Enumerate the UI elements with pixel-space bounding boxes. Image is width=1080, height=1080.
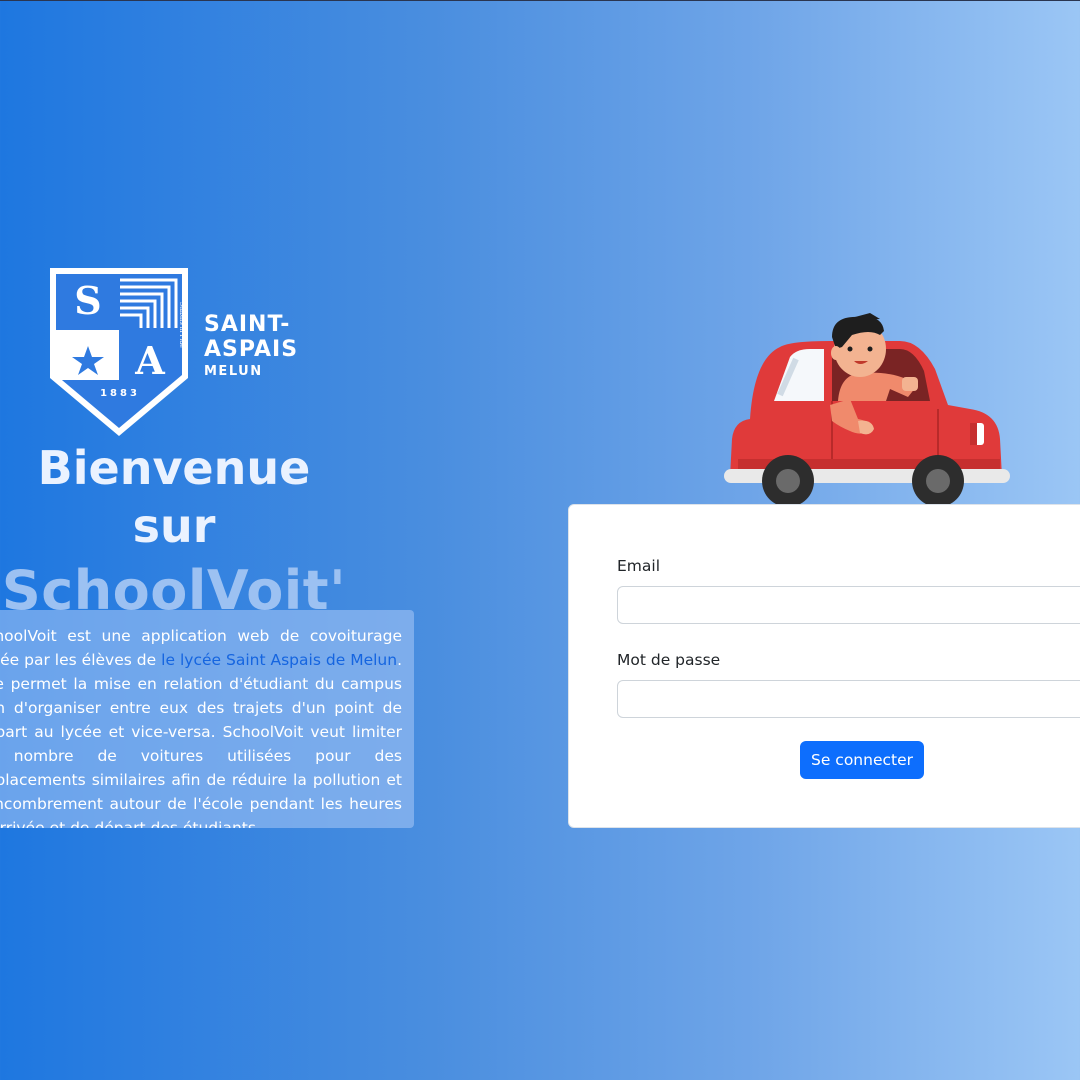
about-text-end: . Elle permet la mise en relation d'étud…: [0, 651, 403, 828]
svg-text:A: A: [134, 338, 165, 383]
school-logo: S A 1883 Stabilis in Fide SAINT- ASPAIS …: [48, 266, 308, 438]
school-link[interactable]: le lycée Saint Aspais de Melun: [161, 651, 397, 669]
school-name-line1: SAINT-: [204, 312, 291, 337]
about-text: SchoolVoit est une application web de co…: [0, 624, 402, 828]
about-box: SchoolVoit est une application web de co…: [0, 610, 414, 828]
email-label: Email: [617, 557, 661, 575]
welcome-line1: Bienvenue sur: [37, 441, 311, 553]
car-illustration-icon: [724, 313, 1010, 507]
email-field[interactable]: [617, 586, 1080, 624]
school-name: SAINT- ASPAIS MELUN: [204, 312, 298, 379]
school-name-line2: ASPAIS: [204, 337, 299, 362]
svg-text:1883: 1883: [100, 388, 140, 399]
svg-text:Stabilis in Fide: Stabilis in Fide: [178, 302, 185, 348]
school-city: MELUN: [204, 364, 263, 379]
welcome-heading: Bienvenue sur SchoolVoit': [0, 439, 348, 627]
svg-text:S: S: [74, 278, 101, 323]
login-card: Email Mot de passe Se connecter: [568, 504, 1080, 828]
login-button[interactable]: Se connecter: [800, 741, 924, 779]
password-label: Mot de passe: [617, 651, 721, 669]
school-crest-icon: S A 1883 Stabilis in Fide: [50, 268, 188, 436]
password-field[interactable]: [617, 680, 1080, 718]
